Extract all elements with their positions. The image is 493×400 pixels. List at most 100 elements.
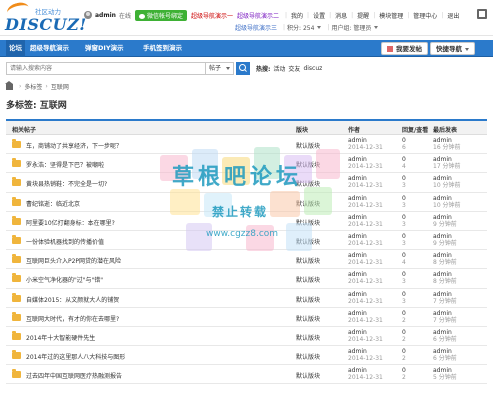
credits-dropdown-icon[interactable] bbox=[317, 26, 322, 29]
author-link[interactable]: admin bbox=[348, 271, 383, 278]
last-post-time-link[interactable]: 7 分钟前 bbox=[433, 298, 457, 305]
author-link[interactable]: admin bbox=[348, 291, 383, 298]
last-post-cell: admin 6 分钟前 bbox=[433, 348, 457, 362]
forum-link[interactable]: 默认版块 bbox=[296, 333, 320, 342]
search-input[interactable] bbox=[6, 61, 206, 75]
breadcrumb-item-tags[interactable]: 多标签 bbox=[24, 82, 42, 91]
online-status[interactable]: 在线 bbox=[119, 11, 131, 20]
nav-item-mobile-signin-demo[interactable]: 手机签到演示 bbox=[140, 40, 185, 57]
promo-nav-3-link[interactable]: 超级导航演示三 bbox=[235, 23, 277, 32]
forum-link[interactable]: 默认版块 bbox=[296, 237, 320, 246]
last-post-time-link[interactable]: 9 分钟前 bbox=[433, 240, 457, 247]
last-author-link[interactable]: admin bbox=[433, 137, 461, 144]
forum-link[interactable]: 默认版块 bbox=[296, 160, 320, 169]
last-post-time-link[interactable]: 8 分钟前 bbox=[433, 259, 457, 266]
hot-word-link[interactable]: 交友 bbox=[288, 64, 300, 73]
thread-title-link[interactable]: 车，商铺动了共享经济，下一步呢？ bbox=[26, 141, 122, 150]
thread-title-link[interactable]: 自媒体2015：从文颜就大人的铺贺 bbox=[26, 295, 119, 304]
thread-title-link[interactable]: 一份体验机器找到的传播价值 bbox=[26, 237, 104, 246]
author-link[interactable]: admin bbox=[348, 310, 383, 317]
last-author-link[interactable]: admin bbox=[433, 214, 457, 221]
last-post-time-link[interactable]: 16 分钟前 bbox=[433, 144, 461, 151]
user-avatar-icon[interactable] bbox=[84, 11, 92, 19]
thread-title-link[interactable]: 2014年十大智能硬件先生 bbox=[26, 333, 95, 342]
thread-title-link[interactable]: 2014年过的这里那人八大科技与图形 bbox=[26, 352, 125, 361]
author-link[interactable]: admin bbox=[348, 233, 383, 240]
hot-word-link[interactable]: discuz bbox=[303, 65, 322, 72]
thread-title-link[interactable]: 罗永浩：坚得是下巴？被嘲啦 bbox=[26, 160, 104, 169]
author-link[interactable]: admin bbox=[348, 214, 383, 221]
nav-item-popup-diy-demo[interactable]: 弹窗DIY演示 bbox=[82, 40, 127, 57]
credits-link[interactable]: 积分: 254 bbox=[287, 23, 314, 32]
breadcrumb-item-internet[interactable]: 互联网 bbox=[51, 82, 69, 91]
author-link[interactable]: admin bbox=[348, 252, 383, 259]
hot-word-link[interactable]: 活动 bbox=[273, 64, 285, 73]
thread-title-link[interactable]: 黄块县热销鞋：不完全是一切? bbox=[26, 179, 107, 188]
forum-link[interactable]: 默认版块 bbox=[296, 314, 320, 323]
post-date: 2014-12-31 bbox=[348, 335, 383, 343]
logout-link[interactable]: 退出 bbox=[447, 11, 459, 20]
reply-view-cell: 02 bbox=[402, 329, 406, 343]
new-post-button[interactable]: 我要发帖 bbox=[381, 42, 428, 55]
forum-link[interactable]: 默认版块 bbox=[296, 371, 320, 380]
last-post-time-link[interactable]: 10 分钟前 bbox=[433, 202, 461, 209]
last-post-time-link[interactable]: 6 分钟前 bbox=[433, 336, 457, 343]
forum-link[interactable]: 默认版块 bbox=[296, 256, 320, 265]
username-link[interactable]: admin bbox=[95, 12, 116, 19]
user-group-dropdown-icon[interactable] bbox=[374, 26, 379, 29]
forum-link[interactable]: 默认版块 bbox=[296, 352, 320, 361]
author-link[interactable]: admin bbox=[348, 137, 383, 144]
last-author-link[interactable]: admin bbox=[433, 195, 461, 202]
view-count: 2 bbox=[402, 335, 406, 343]
last-post-time-link[interactable]: 6 分钟前 bbox=[433, 355, 457, 362]
last-post-time-link[interactable]: 7 分钟前 bbox=[433, 317, 457, 324]
thread-title-link[interactable]: 曹纪铭逝：临近北京 bbox=[26, 199, 80, 208]
notifications-link[interactable]: 提醒 bbox=[357, 11, 369, 20]
forum-link[interactable]: 默认版块 bbox=[296, 275, 320, 284]
last-author-link[interactable]: admin bbox=[433, 348, 457, 355]
forum-link[interactable]: 默认版块 bbox=[296, 218, 320, 227]
thread-title-link[interactable]: 互联网巨头介入P2P网贷的潜在风险 bbox=[26, 256, 121, 265]
thread-title-link[interactable]: 小米空气净化器的"过"与"错" bbox=[26, 275, 103, 284]
quick-nav-button[interactable]: 快捷导航 bbox=[430, 42, 475, 55]
last-author-link[interactable]: admin bbox=[433, 329, 457, 336]
table-row: 车，商铺动了共享经济，下一步呢？ 默认版块 admin 2014-12-31 0 6 adm… bbox=[6, 135, 487, 155]
author-link[interactable]: admin bbox=[348, 195, 383, 202]
last-author-link[interactable]: admin bbox=[433, 310, 457, 317]
last-post-time-link[interactable]: 9 分钟前 bbox=[433, 221, 457, 228]
last-post-time-link[interactable]: 5 分钟前 bbox=[433, 374, 457, 381]
wechat-bind-button[interactable]: 微信帐号绑定 bbox=[134, 9, 187, 21]
my-link[interactable]: 我的 bbox=[291, 11, 303, 20]
forum-link[interactable]: 默认版块 bbox=[296, 141, 320, 150]
promo-nav-1-link[interactable]: 超级导航演示一 bbox=[191, 11, 233, 20]
last-post-time-link[interactable]: 8 分钟前 bbox=[433, 278, 457, 285]
author-link[interactable]: admin bbox=[348, 367, 383, 374]
last-post-time-link[interactable]: 10 分钟前 bbox=[433, 182, 461, 189]
search-type-select[interactable]: 帖子 bbox=[206, 61, 234, 75]
nav-item-forum[interactable]: 论坛 bbox=[6, 40, 25, 57]
last-author-link[interactable]: admin bbox=[433, 291, 457, 298]
author-link[interactable]: admin bbox=[348, 156, 383, 163]
admin-center-link[interactable]: 管理中心 bbox=[413, 11, 437, 20]
search-button[interactable] bbox=[236, 61, 250, 75]
author-link[interactable]: admin bbox=[348, 175, 383, 182]
module-manage-link[interactable]: 模块管理 bbox=[379, 11, 403, 20]
promo-nav-2-link[interactable]: 超级导航演示二 bbox=[237, 11, 279, 20]
window-icon[interactable] bbox=[477, 9, 487, 19]
author-link[interactable]: admin bbox=[348, 348, 383, 355]
nav-item-super-nav-demo[interactable]: 超级导航演示 bbox=[27, 40, 72, 57]
forum-link[interactable]: 默认版块 bbox=[296, 179, 320, 188]
settings-link[interactable]: 设置 bbox=[313, 11, 325, 20]
thread-title-link[interactable]: 过去四年中国互联网医疗热融测报告 bbox=[26, 371, 122, 380]
thread-title-link[interactable]: 阿里要10亿打翻身标：本在哪里? bbox=[26, 218, 115, 227]
forum-link[interactable]: 默认版块 bbox=[296, 295, 320, 304]
thread-title-link[interactable]: 互联网大时代，有才的你在去哪里? bbox=[26, 314, 119, 323]
author-link[interactable]: admin bbox=[348, 329, 383, 336]
forum-link[interactable]: 默认版块 bbox=[296, 199, 320, 208]
home-icon[interactable] bbox=[5, 80, 13, 90]
messages-link[interactable]: 消息 bbox=[335, 11, 347, 20]
user-group-link[interactable]: 用户组: 管理员 bbox=[331, 23, 371, 32]
last-post-time-link[interactable]: 17 分钟前 bbox=[433, 163, 461, 170]
last-author-link[interactable]: admin bbox=[433, 233, 457, 240]
site-logo[interactable]: 社区动力 DISCUZ! bbox=[3, 0, 86, 34]
